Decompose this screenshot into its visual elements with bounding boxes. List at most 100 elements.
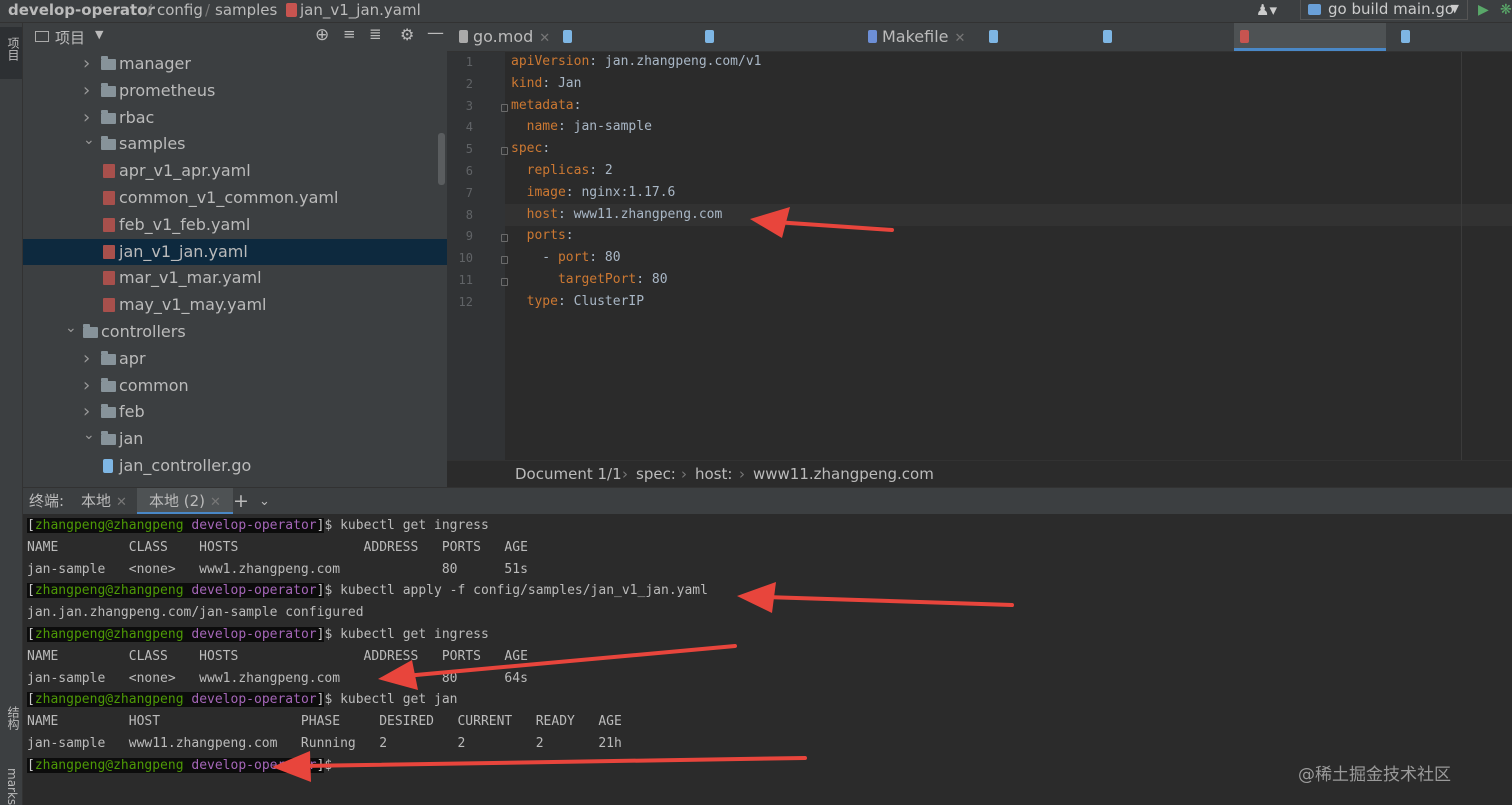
- shell-prompt: [zhangpeng@zhangpeng develop-operator]: [27, 757, 325, 773]
- close-icon[interactable]: ✕: [539, 31, 550, 46]
- crumb-separator: ›: [681, 465, 687, 483]
- code-editor[interactable]: 1 2 3 4 5 6 7 8 9 10 11 12 apiVersion: jan.zhangpen…: [447, 52, 1512, 460]
- breadcrumb-project[interactable]: develop-operator: [8, 0, 155, 20]
- editor-tab[interactable]: controller.go✕: [1097, 23, 1231, 74]
- go-file-icon: [1103, 30, 1112, 43]
- yaml-key: replicas: [526, 163, 590, 178]
- yaml-file-icon: [103, 298, 115, 313]
- shell-prompt: [zhangpeng@zhangpeng develop-operator]: [27, 692, 325, 708]
- tree-file[interactable]: feb_v1_feb.yaml: [23, 212, 447, 238]
- debug-icon[interactable]: ❋: [1500, 0, 1512, 20]
- editor-tab[interactable]: jan_helper.go✕: [557, 23, 695, 74]
- tree-file[interactable]: apr_v1_apr.yaml: [23, 158, 447, 184]
- locate-icon[interactable]: ⊕: [315, 25, 329, 45]
- close-icon[interactable]: ✕: [955, 31, 966, 46]
- prompt-part: zhangpeng@zhangpeng: [34, 627, 184, 642]
- editor-tab[interactable]: jan_types.go: [1395, 23, 1511, 74]
- tree-file[interactable]: jan_controller.go: [23, 453, 447, 479]
- collapse-all-icon[interactable]: ≣: [369, 25, 382, 43]
- code-line: spec:: [511, 141, 550, 156]
- tree-folder[interactable]: › common: [23, 373, 447, 399]
- yaml-colon: :: [542, 75, 551, 91]
- fold-marker-icon[interactable]: [501, 103, 508, 112]
- navigation-bar: develop-operator / config / samples jan_…: [0, 0, 1512, 23]
- terminal-prompt-line: [zhangpeng@zhangpeng develop-operator]$ …: [27, 627, 489, 642]
- breadcrumb-file[interactable]: jan_v1_jan.yaml: [300, 0, 421, 20]
- doc-crumb-spec[interactable]: spec:: [636, 465, 676, 483]
- doc-crumb-document[interactable]: Document 1/1: [515, 465, 622, 483]
- minimize-icon[interactable]: —: [427, 23, 444, 43]
- line-number: 6: [465, 164, 473, 178]
- editor-tab[interactable]: jan_controller.go✕: [699, 23, 857, 74]
- fold-marker-icon[interactable]: [501, 234, 508, 243]
- tree-scrollbar[interactable]: [438, 133, 445, 185]
- line-number: 8: [465, 207, 473, 222]
- project-tool-tab[interactable]: 项目: [0, 27, 22, 79]
- line-number-gutter: 1 2 3 4 5 6 7 8 9 10 11 12: [447, 52, 505, 460]
- chevron-right-icon[interactable]: ›: [83, 78, 90, 104]
- run-configuration-select[interactable]: go build main.go ▼: [1300, 0, 1468, 20]
- tree-folder[interactable]: › apr: [23, 346, 447, 372]
- chevron-right-icon[interactable]: ›: [83, 51, 90, 77]
- close-icon[interactable]: ✕: [210, 495, 221, 510]
- folder-icon: [101, 404, 116, 419]
- editor-tab[interactable]: go.mod ✕: [453, 23, 555, 51]
- gear-icon[interactable]: ⚙: [400, 25, 414, 44]
- tree-file[interactable]: may_v1_may.yaml: [23, 292, 447, 318]
- doc-crumb-host[interactable]: host:: [695, 465, 732, 483]
- go-file-icon: [705, 30, 714, 43]
- structure-tool-tab[interactable]: 结构: [5, 706, 22, 730]
- chevron-right-icon[interactable]: ›: [83, 373, 90, 399]
- folder-icon: [83, 324, 98, 338]
- new-terminal-button[interactable]: +: [233, 488, 249, 515]
- shell-prompt: [zhangpeng@zhangpeng develop-operator]: [27, 518, 325, 533]
- fold-marker-icon[interactable]: [501, 256, 508, 265]
- editor-tab[interactable]: Makefile ✕: [862, 23, 980, 51]
- chevron-down-icon[interactable]: ⌄: [259, 488, 270, 515]
- fold-marker-icon[interactable]: [501, 278, 508, 286]
- doc-crumb-value[interactable]: www11.zhangpeng.com: [753, 465, 934, 483]
- yaml-colon: :: [589, 163, 598, 178]
- chevron-down-icon[interactable]: ▼: [95, 28, 103, 41]
- terminal-output-line: jan-sample <none> www1.zhangpeng.com 80 …: [27, 670, 528, 686]
- expand-all-icon[interactable]: ≡: [343, 25, 356, 43]
- run-icon[interactable]: ▶: [1478, 0, 1489, 20]
- tree-file[interactable]: jan_v1_jan.yaml: [23, 238, 447, 265]
- yaml-colon: :: [557, 293, 566, 309]
- tree-file[interactable]: mar_v1_mar.yaml: [23, 265, 447, 291]
- chevron-down-icon[interactable]: ⌄: [83, 422, 95, 448]
- prompt-symbol: $: [324, 627, 341, 642]
- yaml-value: nginx:1.17.6: [573, 184, 676, 200]
- chevron-down-icon[interactable]: ⌄: [83, 127, 95, 153]
- breadcrumb-samples[interactable]: samples: [215, 0, 277, 20]
- yaml-value: jan-sample: [565, 119, 652, 135]
- terminal-prompt-line: [zhangpeng@zhangpeng develop-operator]$ …: [27, 518, 489, 533]
- bookmarks-tool-tab[interactable]: marks: [5, 768, 19, 805]
- left-tool-strip: 项目 结构 marks: [0, 23, 23, 805]
- breadcrumb-config[interactable]: config: [157, 0, 203, 20]
- terminal-tab-local[interactable]: 本地 ✕: [75, 488, 133, 515]
- code-line: ports:: [511, 228, 574, 243]
- editor-tab[interactable]: jan_v1_jan.yaml✕: [1234, 23, 1386, 74]
- tree-folder[interactable]: › prometheus: [23, 78, 447, 104]
- project-panel-title[interactable]: 项目: [55, 27, 85, 48]
- tree-folder[interactable]: › manager: [23, 51, 447, 77]
- close-icon[interactable]: ✕: [116, 495, 127, 510]
- project-panel-header: 项目 ▼ ⊕ ≡ ≣ ⚙ —: [23, 23, 447, 51]
- user-icon[interactable]: ♟▾: [1256, 0, 1277, 20]
- chevron-down-icon[interactable]: ⌄: [65, 315, 77, 341]
- tree-folder[interactable]: ⌄ jan: [23, 426, 447, 452]
- terminal-tab-local-2[interactable]: 本地 (2) ✕: [137, 488, 233, 515]
- fold-marker-icon[interactable]: [501, 147, 508, 156]
- chevron-right-icon[interactable]: ›: [83, 346, 90, 372]
- tree-folder[interactable]: ⌄ samples: [23, 131, 447, 157]
- line-number: 9: [465, 229, 473, 244]
- editor-tab[interactable]: runtime.go✕: [983, 23, 1094, 74]
- code-line: host: www11.zhangpeng.com: [511, 207, 723, 222]
- document-breadcrumb: Document 1/1 › spec: › host: › www11.zha…: [447, 460, 1512, 488]
- tree-item-label: apr_v1_apr.yaml: [119, 161, 251, 181]
- tree-folder[interactable]: ⌄ controllers: [23, 319, 447, 345]
- tree-file[interactable]: common_v1_common.yaml: [23, 185, 447, 211]
- terminal-output[interactable]: [zhangpeng@zhangpeng develop-operator]$ …: [23, 514, 1512, 805]
